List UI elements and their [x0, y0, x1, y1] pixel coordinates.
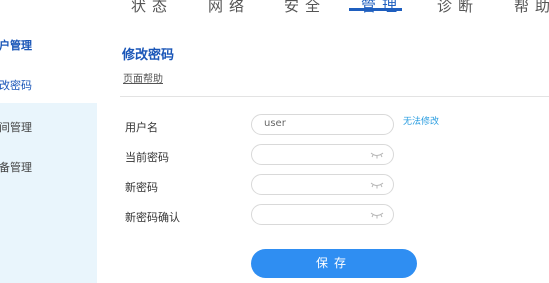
new-password-input[interactable]: [251, 174, 394, 195]
sidebar-item-time-management[interactable]: 时间管理: [0, 119, 32, 135]
nav-tab-status[interactable]: 状态: [131, 0, 173, 16]
username-field: user: [251, 114, 394, 135]
eye-closed-icon[interactable]: [370, 181, 384, 189]
eye-closed-icon[interactable]: [370, 151, 384, 159]
save-button[interactable]: 保存: [251, 249, 417, 278]
sidebar-item-device-management[interactable]: 设备管理: [0, 159, 32, 175]
sidebar: 用户管理 修改密码 时间管理 设备管理: [0, 17, 97, 283]
sidebar-item-change-password[interactable]: 修改密码: [0, 77, 32, 93]
current-password-input[interactable]: [251, 144, 394, 165]
current-password-label: 当前密码: [125, 151, 169, 164]
active-tab-indicator: [349, 8, 402, 11]
confirm-password-input[interactable]: [251, 204, 394, 225]
username-readonly-note: 无法修改: [403, 117, 440, 127]
new-password-label: 新密码: [125, 181, 158, 194]
sidebar-group-user-management[interactable]: 用户管理: [0, 37, 97, 53]
confirm-password-label: 新密码确认: [125, 211, 180, 224]
main-content: 修改密码 页面帮助 用户名 user 无法修改 当前密码 新密码 新密码确认 保…: [120, 17, 549, 283]
page-help-link[interactable]: 页面帮助: [123, 70, 163, 85]
divider: [120, 96, 549, 97]
nav-tab-help[interactable]: 帮助: [514, 0, 549, 16]
username-label: 用户名: [125, 121, 158, 134]
eye-closed-icon[interactable]: [370, 211, 384, 219]
username-value: user: [264, 118, 286, 129]
page-title: 修改密码: [122, 48, 175, 63]
nav-tab-diagnostics[interactable]: 诊断: [437, 0, 479, 16]
nav-tab-network[interactable]: 网络: [208, 0, 250, 16]
nav-tab-security[interactable]: 安全: [284, 0, 326, 16]
top-navigation: 状态 网络 安全 管理 诊断 帮助: [0, 0, 549, 17]
